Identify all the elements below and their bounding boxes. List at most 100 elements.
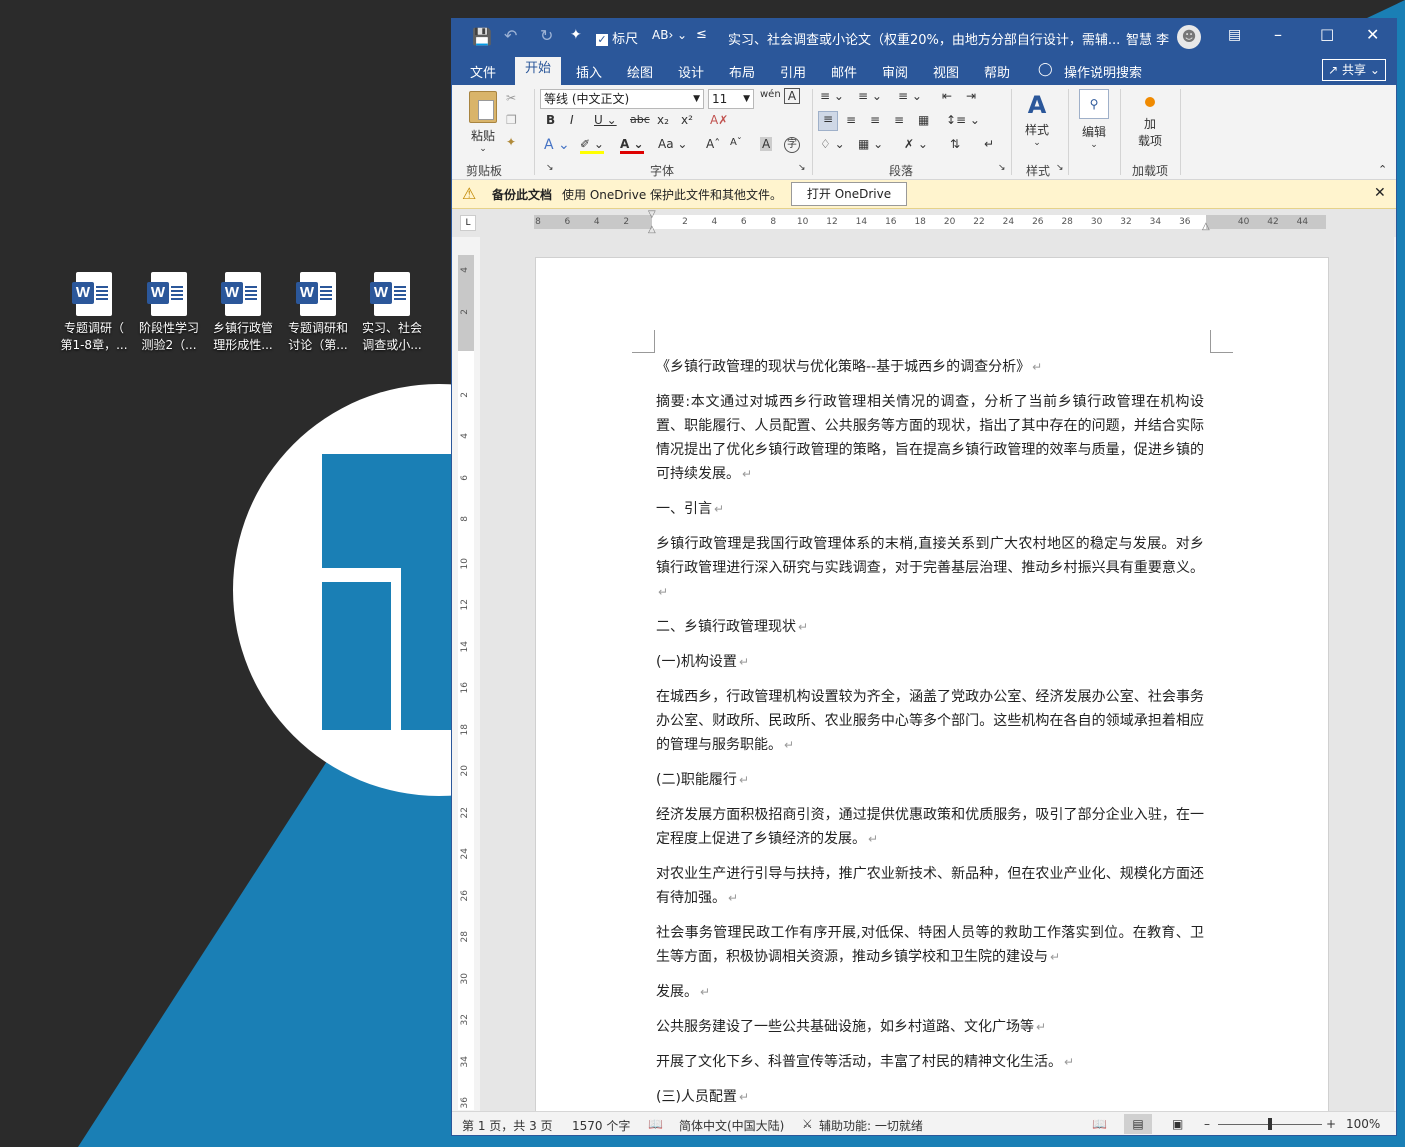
tab-insert[interactable]: 插入 — [576, 62, 602, 81]
font-name-combo[interactable]: 等线 (中文正文) ▼ — [540, 89, 704, 109]
document-body[interactable]: 《乡镇行政管理的现状与优化策略--基于城西乡的调查分析》 ↵ 摘要:本文通过对城西乡… — [656, 355, 1204, 1111]
change-case-icon[interactable]: Aa ⌄ — [658, 137, 687, 151]
vertical-ruler[interactable]: 4 2 2 4 6 8 10 12 14 16 18 20 22 24 26 28 30 32 34 36 — [458, 255, 474, 1110]
zoom-in-icon[interactable]: + — [1326, 1117, 1336, 1131]
phonetic-guide-icon[interactable]: wén — [760, 89, 781, 100]
horizontal-ruler[interactable]: 8 6 4 2 2 4 6 8 10 12 14 16 18 20 22 24 26 28 30 32 34 36 40 42… — [534, 209, 1326, 235]
hanging-indent-marker[interactable]: △ — [648, 224, 656, 235]
borders-icon[interactable]: ▦ ⌄ — [858, 137, 883, 151]
align-left-icon[interactable]: ≡ — [818, 111, 838, 131]
read-mode-icon[interactable]: 📖 — [1092, 1117, 1107, 1131]
ribbon-display-options-icon[interactable]: ▤ — [1228, 27, 1241, 43]
close-icon[interactable]: ✕ — [1374, 185, 1386, 201]
document-paragraph[interactable]: 对农业生产进行引导与扶持，推广农业新技术、新品种，但在农业产业化、规模化方面还有… — [656, 862, 1204, 910]
web-layout-icon[interactable]: ▣ — [1172, 1117, 1183, 1131]
distributed-icon[interactable]: ▦ — [918, 113, 929, 127]
document-paragraph[interactable]: 二、乡镇行政管理现状 ↵ — [656, 615, 1204, 639]
minimize-icon[interactable]: – — [1274, 25, 1282, 44]
document-paragraph[interactable]: 在城西乡，行政管理机构设置较为齐全，涵盖了党政办公室、经济发展办公室、社会事务办… — [656, 685, 1204, 757]
tab-draw[interactable]: 绘图 — [627, 62, 653, 81]
paste-button[interactable]: 粘贴 ⌄ — [466, 91, 500, 154]
superscript-icon[interactable]: x² — [681, 113, 693, 127]
line-spacing-icon[interactable]: ↕≡ ⌄ — [946, 113, 980, 127]
subscript-icon[interactable]: x₂ — [657, 113, 669, 127]
tab-help[interactable]: 帮助 — [984, 62, 1010, 81]
tab-view[interactable]: 视图 — [933, 62, 959, 81]
document-paragraph[interactable]: (一)机构设置 ↵ — [656, 650, 1204, 674]
editing-button[interactable]: ⚲ 编辑 ⌄ — [1076, 89, 1112, 150]
asian-layout-icon[interactable]: ✗ ⌄ — [904, 137, 928, 151]
sort-icon[interactable]: ⇅ — [950, 137, 960, 151]
desktop-icon[interactable]: W 专题调研（ 第1-8章，... — [58, 272, 130, 354]
tab-layout[interactable]: 布局 — [729, 62, 755, 81]
document-paragraph[interactable]: 摘要:本文通过对城西乡行政管理相关情况的调查，分析了当前乡镇行政管理在机构设置、… — [656, 390, 1204, 486]
tab-mailings[interactable]: 邮件 — [831, 62, 857, 81]
language[interactable]: 简体中文(中国大陆) — [679, 1117, 784, 1134]
accessibility-status[interactable]: 辅助功能: 一切就绪 — [819, 1117, 923, 1134]
ruler-checkbox[interactable]: ✓ 标尺 — [596, 28, 638, 47]
tab-file[interactable]: 文件 — [470, 62, 496, 81]
undo-icon[interactable]: ↶ — [504, 26, 517, 45]
clear-formatting-icon[interactable]: A✗ — [710, 113, 728, 127]
copy-icon[interactable]: ❐ — [506, 113, 517, 127]
document-paragraph[interactable]: 一、引言 ↵ — [656, 497, 1204, 521]
increase-indent-icon[interactable]: ⇥ — [966, 89, 976, 103]
addins-button[interactable]: 加 载项 — [1132, 93, 1168, 149]
print-layout-icon[interactable]: ▤ — [1124, 1114, 1152, 1134]
spelling-icon[interactable]: AB› ⌄ — [652, 28, 687, 42]
tab-selector[interactable]: L — [460, 215, 476, 231]
document-paragraph[interactable]: 经济发展方面积极招商引资，通过提供优惠政策和优质服务，吸引了部分企业入驻，在一定… — [656, 803, 1204, 851]
user-name[interactable]: 智慧 李 — [1126, 29, 1169, 48]
save-icon[interactable]: 💾 — [472, 27, 492, 46]
cut-icon[interactable]: ✂ — [506, 91, 516, 105]
font-color-icon[interactable]: A ⌄ — [620, 137, 644, 154]
highlight-icon[interactable]: ✐ ⌄ — [580, 137, 604, 154]
dialog-launcher-icon[interactable]: ↘ — [998, 163, 1006, 173]
bullets-icon[interactable]: ≡ ⌄ — [820, 89, 844, 103]
text-effects-icon[interactable]: A ⌄ — [544, 137, 570, 153]
first-line-indent-marker[interactable]: ▽ — [648, 209, 656, 220]
collapse-ribbon-icon[interactable]: ⌃ — [1378, 163, 1387, 176]
tab-review[interactable]: 审阅 — [882, 62, 908, 81]
zoom-level[interactable]: 100% — [1346, 1117, 1380, 1131]
document-paragraph[interactable]: 公共服务建设了一些公共基础设施，如乡村道路、文化广场等 ↵ — [656, 1015, 1204, 1039]
character-border-icon[interactable]: A — [784, 88, 800, 104]
desktop-icon[interactable]: W 实习、社会 调查或小... — [356, 272, 428, 354]
document-paragraph[interactable]: (三)人员配置 ↵ — [656, 1085, 1204, 1109]
document-paragraph[interactable]: 开展了文化下乡、科普宣传等活动，丰富了村民的精神文化生活。 ↵ — [656, 1050, 1204, 1074]
document-paragraph[interactable]: 乡镇行政管理是我国行政管理体系的末梢,直接关系到广大农村地区的稳定与发展。对乡镇… — [656, 532, 1204, 604]
dialog-launcher-icon[interactable]: ↘ — [1056, 163, 1064, 173]
document-page[interactable]: 《乡镇行政管理的现状与优化策略--基于城西乡的调查分析》 ↵ 摘要:本文通过对城西乡… — [535, 257, 1329, 1111]
tab-home[interactable]: 开始 — [515, 57, 562, 85]
desktop-icon[interactable]: W 专题调研和 讨论（第... — [282, 272, 354, 354]
underline-icon[interactable]: U ⌄ — [594, 113, 617, 127]
zoom-slider-thumb[interactable] — [1268, 1118, 1272, 1130]
character-shading-icon[interactable]: A — [760, 137, 773, 151]
font-size-combo[interactable]: 11 ▼ — [708, 89, 754, 109]
document-paragraph[interactable]: 发展。 ↵ — [656, 980, 1204, 1004]
proofing-icon[interactable]: 📖 — [648, 1117, 663, 1131]
show-marks-icon[interactable]: ↵ — [984, 137, 994, 151]
multilevel-list-icon[interactable]: ≡ ⌄ — [898, 89, 922, 103]
styles-button[interactable]: A 样式 ⌄ — [1022, 89, 1052, 148]
redo-icon[interactable]: ↻ — [540, 26, 553, 45]
align-center-icon[interactable]: ≡ — [846, 113, 856, 127]
right-indent-marker[interactable]: △ — [1202, 221, 1210, 232]
maximize-icon[interactable]: □ — [1320, 25, 1334, 43]
document-paragraph[interactable]: 《乡镇行政管理的现状与优化策略--基于城西乡的调查分析》 ↵ — [656, 355, 1204, 379]
justify-icon[interactable]: ≡ — [894, 113, 904, 127]
format-painter-icon[interactable]: ✦ — [506, 135, 516, 149]
tell-me-search[interactable]: 操作说明搜索 — [1064, 62, 1142, 81]
decrease-indent-icon[interactable]: ⇤ — [942, 89, 952, 103]
shading-icon[interactable]: ♢ ⌄ — [820, 137, 845, 151]
dialog-launcher-icon[interactable]: ↘ — [546, 163, 554, 173]
document-paragraph[interactable]: (二)职能履行 ↵ — [656, 768, 1204, 792]
tab-design[interactable]: 设计 — [678, 62, 704, 81]
shrink-font-icon[interactable]: Aˇ — [730, 137, 742, 148]
zoom-slider[interactable] — [1218, 1118, 1322, 1130]
format-painter-icon[interactable]: ✦ — [570, 27, 582, 43]
zoom-out-icon[interactable]: – — [1204, 1117, 1210, 1131]
italic-icon[interactable]: I — [570, 113, 574, 127]
page-count[interactable]: 第 1 页，共 3 页 — [462, 1117, 553, 1134]
tab-references[interactable]: 引用 — [780, 62, 806, 81]
